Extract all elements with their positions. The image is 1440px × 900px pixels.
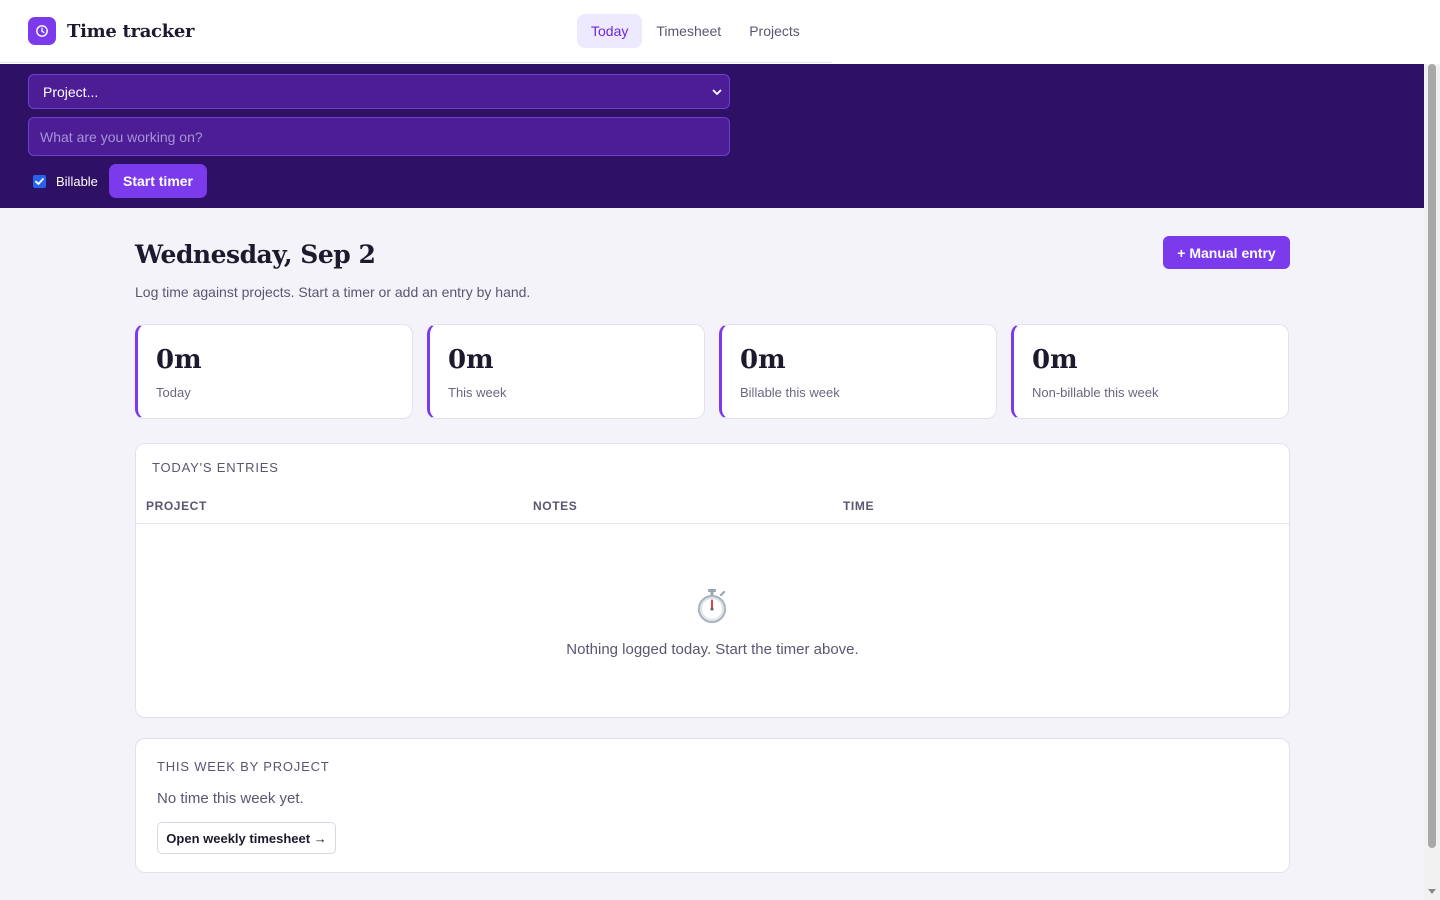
column-header-project: PROJECT — [146, 499, 207, 513]
task-description-input[interactable] — [28, 117, 730, 156]
project-select[interactable]: Project... — [28, 74, 730, 109]
stat-value: 0m — [740, 345, 786, 375]
open-weekly-timesheet-button[interactable]: Open weekly timesheet → — [157, 822, 336, 854]
tab-timesheet[interactable]: Timesheet — [642, 14, 735, 48]
page-subtitle: Log time against projects. Start a timer… — [135, 284, 531, 300]
billable-toggle[interactable]: Billable — [33, 164, 98, 198]
stat-label: Non-billable this week — [1032, 385, 1159, 400]
column-header-time: TIME — [843, 499, 875, 513]
table-header-divider — [136, 523, 1289, 524]
stat-label: Billable this week — [740, 385, 840, 400]
stat-card-this-week: 0m This week — [427, 324, 705, 419]
week-by-project-card: THIS WEEK BY PROJECT No time this week y… — [135, 738, 1290, 873]
timer-panel: Project... Billable Start timer — [0, 64, 1424, 208]
start-timer-button[interactable]: Start timer — [109, 164, 207, 198]
billable-label: Billable — [56, 173, 98, 189]
stopwatch-icon — [692, 586, 732, 626]
manual-entry-button[interactable]: + Manual entry — [1163, 236, 1290, 269]
header-divider — [0, 62, 832, 63]
section-title: THIS WEEK BY PROJECT — [157, 759, 330, 774]
billable-checkbox[interactable] — [33, 174, 46, 188]
check-icon — [35, 177, 44, 185]
brand[interactable]: Time tracker — [28, 17, 195, 45]
todays-entries-card: TODAY'S ENTRIES PROJECT NOTES TIME Nothi… — [135, 443, 1290, 718]
stat-label: Today — [156, 385, 191, 400]
tab-projects[interactable]: Projects — [735, 14, 814, 48]
chevron-down-icon — [711, 85, 723, 101]
stat-value: 0m — [1032, 345, 1078, 375]
stat-value: 0m — [156, 345, 202, 375]
section-title: TODAY'S ENTRIES — [152, 460, 279, 475]
project-select-value: Project... — [43, 83, 99, 100]
tab-today[interactable]: Today — [577, 14, 643, 48]
main-nav: Today Timesheet Projects — [577, 14, 814, 48]
week-empty-text: No time this week yet. — [157, 790, 304, 807]
app-title: Time tracker — [67, 20, 195, 42]
page-title: Wednesday, Sep 2 — [135, 240, 376, 269]
top-bar: Time tracker Today Timesheet Projects — [0, 0, 1440, 64]
page-scrollbar[interactable] — [1424, 64, 1440, 900]
stat-label: This week — [448, 385, 507, 400]
stat-card-today: 0m Today — [135, 324, 413, 419]
stat-value: 0m — [448, 345, 494, 375]
empty-state-text: Nothing logged today. Start the timer ab… — [566, 641, 859, 658]
clock-icon — [28, 17, 56, 45]
stat-card-non-billable: 0m Non-billable this week — [1011, 324, 1289, 419]
stat-card-billable: 0m Billable this week — [719, 324, 997, 419]
scrollbar-thumb[interactable] — [1428, 64, 1436, 848]
column-header-notes: NOTES — [533, 499, 578, 513]
scroll-down-arrow-icon[interactable] — [1428, 889, 1436, 894]
